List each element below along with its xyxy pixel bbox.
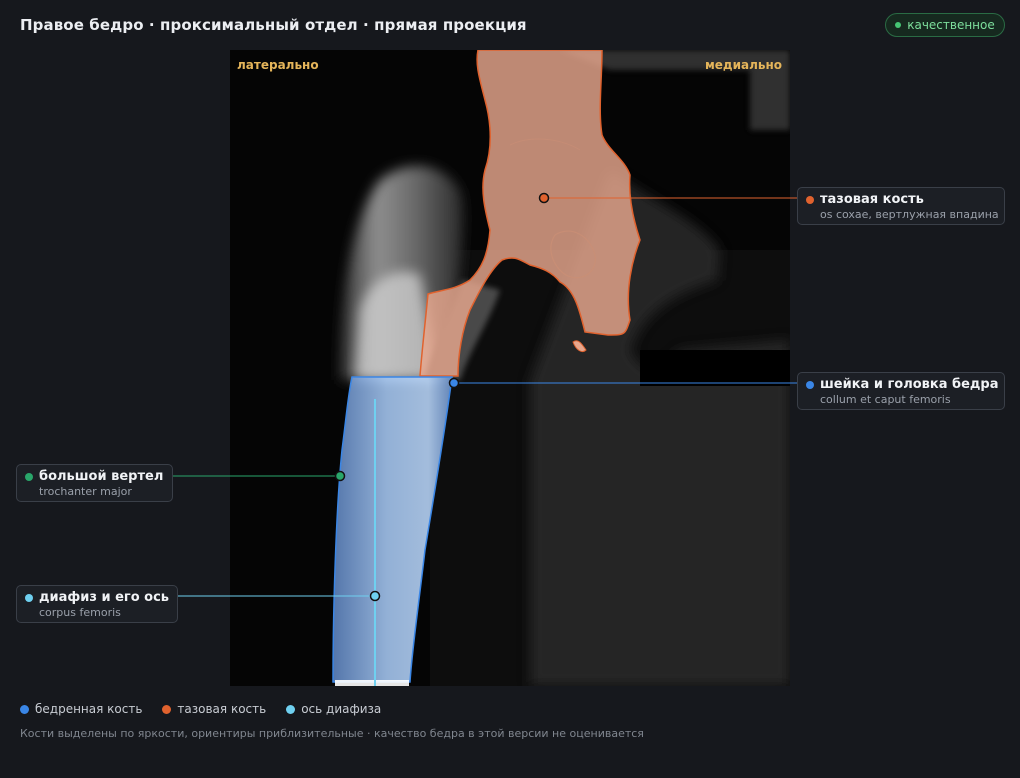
orientation-lateral: латерально (237, 58, 319, 72)
footnote: Кости выделены по яркости, ориентиры при… (20, 727, 644, 740)
annotation-trochanter-sublabel: trochanter major (39, 485, 132, 498)
legend-axis-dot (286, 704, 296, 714)
shaft-color-dot (25, 594, 33, 602)
status-dot-icon (895, 22, 902, 28)
annotation-shaft-sublabel: corpus femoris (39, 606, 121, 619)
quality-badge-label: качественное (907, 18, 995, 32)
annotation-neck-label: шейка и головка бедра (820, 377, 999, 392)
legend-femur-label: бедренная кость (35, 702, 143, 716)
annotation-shaft[interactable]: диафиз и его ось corpus femoris (16, 585, 178, 623)
annotation-neck-sublabel: collum et caput femoris (820, 393, 951, 406)
annotation-trochanter-label: большой вертел (39, 469, 164, 484)
legend: бедренная кость тазовая кость ось диафиз… (20, 702, 381, 716)
trochanter-color-dot (25, 473, 33, 481)
xray-image (230, 50, 790, 686)
annotation-pelvis-sublabel: os coxae, вертлужная впадина (820, 208, 999, 221)
annotation-pelvis[interactable]: тазовая кость os coxae, вертлужная впади… (797, 187, 1005, 225)
quality-badge: качественное (885, 13, 1005, 37)
xray-viewer[interactable]: латерально медиально (230, 50, 790, 686)
annotation-trochanter[interactable]: большой вертел trochanter major (16, 464, 173, 502)
legend-item-femur: бедренная кость (20, 702, 142, 716)
annotation-neck[interactable]: шейка и головка бедра collum et caput fe… (797, 372, 1005, 410)
neck-color-dot (806, 381, 814, 389)
legend-axis-label: ось диафиза (301, 702, 382, 716)
legend-item-axis: ось диафиза (286, 702, 381, 716)
page-title: Правое бедро · проксимальный отдел · пря… (20, 16, 527, 34)
pelvis-color-dot (806, 196, 814, 204)
orientation-medial: медиально (704, 58, 782, 72)
legend-pelvis-label: тазовая кость (177, 702, 267, 716)
legend-item-pelvis: тазовая кость (162, 702, 266, 716)
annotation-shaft-label: диафиз и его ось (39, 590, 170, 605)
legend-femur-dot (20, 704, 29, 714)
legend-pelvis-dot (162, 704, 172, 714)
annotation-pelvis-label: тазовая кость (820, 192, 924, 207)
